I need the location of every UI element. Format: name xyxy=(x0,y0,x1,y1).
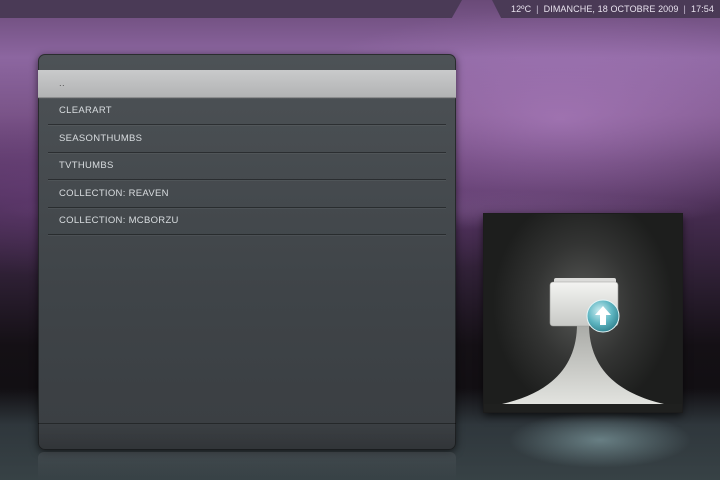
separator: | xyxy=(683,4,686,14)
list-item[interactable]: SEASONTHUMBS xyxy=(48,125,446,153)
panel-footer xyxy=(38,423,456,450)
list-item-label: SEASONTHUMBS xyxy=(59,132,143,144)
panel-reflection xyxy=(38,452,456,480)
temperature: 12ºC xyxy=(510,4,532,14)
list-item[interactable]: COLLECTION: MCBORZU xyxy=(48,208,446,235)
list-item-label: TVTHUMBS xyxy=(59,160,114,172)
list-item[interactable]: CLEARART xyxy=(48,98,446,125)
list-item-label: COLLECTION: MCBORZU xyxy=(59,215,179,227)
top-bar-left xyxy=(0,0,462,18)
thumbnail-preview xyxy=(484,214,682,412)
file-list-panel: .. CLEARART SEASONTHUMBS TVTHUMBS COLLEC… xyxy=(38,54,456,450)
floor-glow xyxy=(470,400,720,480)
list-item[interactable]: COLLECTION: REAVEN xyxy=(48,180,446,208)
list-item[interactable]: TVTHUMBS xyxy=(48,153,446,180)
list-item-label: COLLECTION: REAVEN xyxy=(59,187,169,199)
list-item-label: .. xyxy=(59,77,65,89)
list-item-parent[interactable]: .. xyxy=(38,70,456,98)
separator: | xyxy=(536,4,539,14)
clock: 17:54 xyxy=(690,4,714,14)
status-bar: 12ºC | DIMANCHE, 18 OCTOBRE 2009 | 17:54 xyxy=(492,0,720,18)
list-item-label: CLEARART xyxy=(59,105,112,117)
file-list: .. CLEARART SEASONTHUMBS TVTHUMBS COLLEC… xyxy=(38,70,456,235)
folder-up-icon xyxy=(484,278,682,412)
date: DIMANCHE, 18 OCTOBRE 2009 xyxy=(543,4,679,14)
